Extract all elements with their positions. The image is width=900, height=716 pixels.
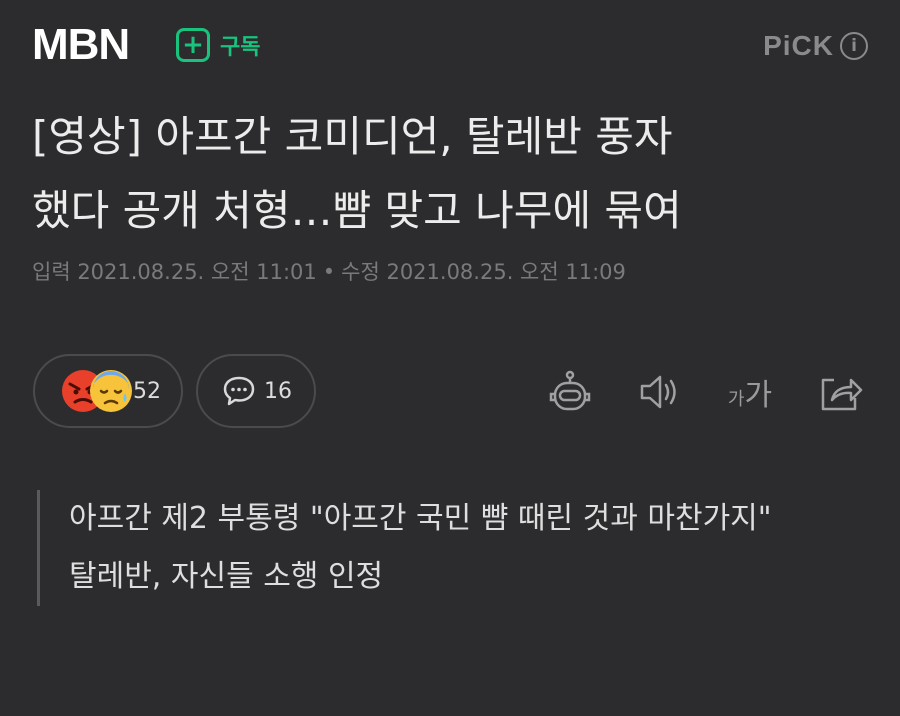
comment-count: 16: [264, 378, 292, 404]
reaction-count: 52: [133, 378, 161, 404]
summary-bot-button[interactable]: [540, 362, 600, 422]
font-size-icon: 가가: [727, 378, 773, 413]
pick-badge[interactable]: PiCK i: [763, 30, 868, 62]
mbn-logo[interactable]: MBN: [32, 20, 130, 70]
speaker-icon: [640, 375, 676, 409]
robot-icon: [549, 370, 591, 411]
reaction-emojis: [61, 369, 132, 413]
title-line: [영상] 아프간 코미디언, 탈레반 풍자: [32, 112, 673, 161]
summary-line: 탈레반, 자신들 소행 인정: [69, 559, 384, 594]
title-line: 했다 공개 처형…뺨 맞고 나무에 묶여: [32, 186, 682, 235]
published-date: 입력 2021.08.25. 오전 11:01: [32, 260, 317, 284]
sad-sweat-face-icon: [90, 370, 132, 412]
summary-line: 아프간 제2 부통령 "아프간 국민 뺨 때린 것과 마찬가지": [69, 501, 772, 536]
pick-label: PiCK: [763, 30, 834, 61]
article-summary: 아프간 제2 부통령 "아프간 국민 뺨 때린 것과 마찬가지" 탈레반, 자신…: [37, 490, 889, 606]
share-icon: [821, 378, 863, 411]
subscribe-button[interactable]: + 구독: [176, 28, 260, 62]
modified-date: 수정 2021.08.25. 오전 11:09: [341, 260, 626, 284]
share-button[interactable]: [810, 362, 870, 422]
article-title: [영상] 아프간 코미디언, 탈레반 풍자 했다 공개 처형…뺨 맞고 나무에 …: [32, 100, 882, 248]
comments-button[interactable]: 16: [196, 354, 316, 428]
meta-separator: •: [322, 260, 336, 284]
plus-icon: +: [176, 28, 210, 62]
speech-bubble-icon: [223, 376, 255, 406]
article-toolbar: 가가: [540, 362, 870, 422]
text-to-speech-button[interactable]: [630, 362, 690, 422]
font-size-button[interactable]: 가가: [720, 362, 780, 422]
subscribe-label: 구독: [220, 35, 261, 60]
info-icon[interactable]: i: [840, 32, 868, 60]
header-bar: MBN + 구독 PiCK i: [0, 0, 900, 90]
reaction-button[interactable]: 52: [33, 354, 183, 428]
article-meta: 입력 2021.08.25. 오전 11:01 • 수정 2021.08.25. 오…: [32, 256, 626, 286]
